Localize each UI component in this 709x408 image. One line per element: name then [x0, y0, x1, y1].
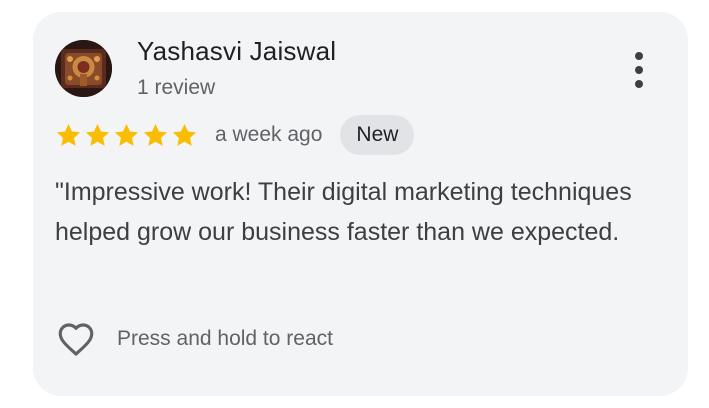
author-name[interactable]: Yashasvi Jaiswal: [137, 36, 336, 67]
more-vert-icon[interactable]: [625, 50, 653, 90]
star-icon: [56, 123, 81, 146]
heart-outline-icon[interactable]: [55, 318, 97, 360]
menu-dot: [635, 52, 643, 60]
react-prompt: Press and hold to react: [117, 327, 333, 350]
star-icon: [114, 123, 139, 146]
star-icon: [143, 123, 168, 146]
react-row[interactable]: Press and hold to react: [55, 318, 333, 360]
review-card: Yashasvi Jaiswal 1 review a week ago New…: [33, 12, 688, 396]
review-time: a week ago: [215, 123, 323, 146]
star-rating: [55, 122, 198, 149]
menu-dot: [635, 80, 643, 88]
new-badge: New: [340, 115, 415, 155]
menu-dot: [635, 66, 643, 74]
review-count: 1 review: [137, 76, 216, 99]
star-icon: [172, 123, 197, 146]
star-icon: [85, 123, 110, 146]
review-text: "Impressive work! Their digital marketin…: [55, 178, 632, 246]
avatar[interactable]: [55, 40, 112, 97]
rating-row: a week ago New: [55, 115, 415, 155]
